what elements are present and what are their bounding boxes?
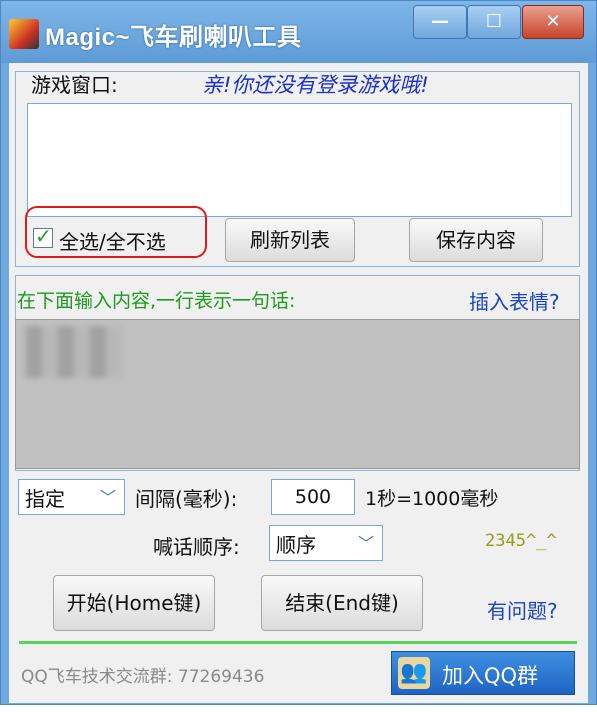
- maximize-button[interactable]: ☐: [467, 5, 521, 39]
- order-select-value: 顺序: [276, 533, 316, 557]
- refresh-list-button[interactable]: 刷新列表: [225, 218, 355, 262]
- join-qq-group-label: 加入QQ群: [442, 664, 539, 688]
- mode-select[interactable]: 指定 ﹀: [18, 479, 125, 515]
- title-bar[interactable]: Magic~飞车刷喇叭工具 — ☐ ✕: [1, 1, 596, 63]
- join-qq-group-button[interactable]: 👥 加入QQ群: [391, 651, 575, 695]
- client-area: 游戏窗口: 亲!你还没有登录游戏哦! ✓ 全选/全不选 刷新列表 保存内容 在下…: [9, 63, 588, 703]
- help-link[interactable]: 有问题?: [487, 595, 558, 624]
- stop-button[interactable]: 结束(End键): [261, 575, 423, 631]
- divider: [19, 641, 577, 644]
- interval-label: 间隔(毫秒):: [135, 487, 238, 511]
- game-window-label: 游戏窗口:: [31, 73, 118, 97]
- minimize-button[interactable]: —: [413, 5, 467, 39]
- order-label: 喊话顺序:: [153, 535, 240, 559]
- interval-hint: 1秒=1000毫秒: [365, 488, 499, 510]
- save-content-button[interactable]: 保存内容: [409, 218, 543, 262]
- checkmark-icon: ✓: [35, 224, 52, 248]
- start-button[interactable]: 开始(Home键): [53, 575, 215, 631]
- interval-input[interactable]: 500: [271, 479, 355, 515]
- select-all-label[interactable]: 全选/全不选: [59, 226, 166, 255]
- chevron-down-icon: ﹀: [99, 488, 116, 507]
- qq-group-text: QQ飞车技术交流群: 77269436: [21, 667, 265, 687]
- message-input[interactable]: [15, 319, 580, 469]
- close-button[interactable]: ✕: [522, 5, 584, 39]
- select-all-checkbox[interactable]: ✓: [33, 224, 53, 248]
- app-window: Magic~飞车刷喇叭工具 — ☐ ✕ 游戏窗口: 亲!你还没有登录游戏哦! ✓…: [0, 0, 597, 705]
- order-select[interactable]: 顺序 ﹀: [269, 525, 383, 561]
- game-window-list[interactable]: [27, 103, 572, 217]
- window-title: Magic~飞车刷喇叭工具: [45, 24, 302, 51]
- blurred-content: [26, 326, 122, 378]
- qq-group-icon: 👥: [398, 657, 430, 689]
- mode-select-value: 指定: [25, 487, 65, 511]
- chevron-down-icon: ﹀: [357, 534, 374, 553]
- counter-text: 2345^_^: [485, 531, 557, 551]
- app-logo-icon: [9, 19, 39, 49]
- message-instruction: 在下面输入内容,一行表示一句话:: [17, 290, 296, 312]
- insert-emoji-link[interactable]: 插入表情?: [469, 286, 560, 315]
- login-status-text: 亲!你还没有登录游戏哦!: [202, 73, 429, 97]
